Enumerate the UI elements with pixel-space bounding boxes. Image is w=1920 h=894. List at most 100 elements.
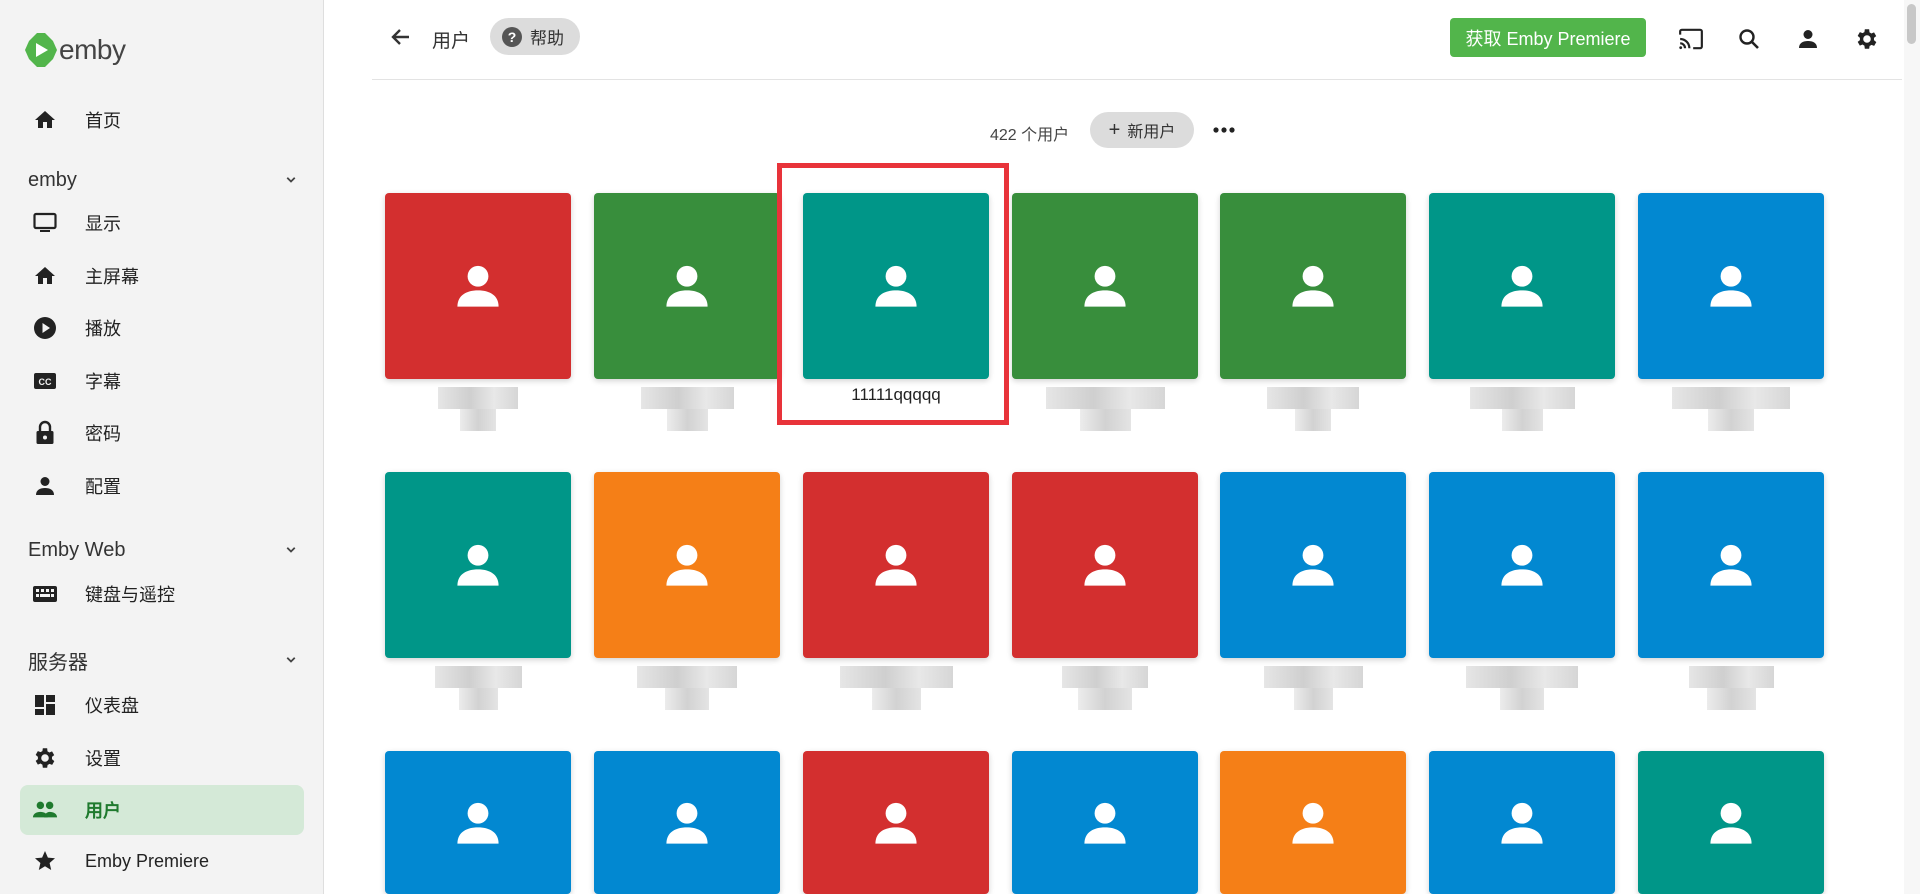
redacted-user-name [1263, 666, 1363, 688]
user-card[interactable] [1429, 472, 1615, 658]
user-card[interactable] [385, 193, 571, 379]
user-card[interactable] [1429, 193, 1615, 379]
redacted-user-name [1466, 666, 1578, 688]
section-title: Emby Web [28, 538, 126, 561]
scrollbar-thumb[interactable] [1907, 4, 1916, 44]
user-card[interactable] [1012, 751, 1198, 894]
user-avatar-icon [870, 539, 922, 591]
sidebar-item-profile[interactable]: 配置 [20, 461, 304, 511]
sidebar-item-home-screen[interactable]: 主屏幕 [20, 251, 304, 301]
user-card[interactable] [1220, 193, 1406, 379]
sidebar-item-label: 首页 [85, 111, 121, 131]
cast-button[interactable] [1674, 22, 1708, 56]
gear-icon [1857, 29, 1877, 49]
sidebar-item-subtitles[interactable]: CC 字幕 [20, 356, 304, 406]
section-header-emby[interactable]: emby [28, 165, 300, 195]
redacted-user-name [438, 387, 518, 409]
user-card[interactable] [803, 193, 989, 379]
sidebar-item-label: 主屏幕 [85, 267, 139, 287]
redacted-user-detail [460, 409, 496, 431]
section-header-emby-web[interactable]: Emby Web [28, 535, 300, 565]
redacted-user-detail [1501, 409, 1543, 431]
user-card[interactable] [594, 193, 780, 379]
search-icon [1739, 29, 1759, 49]
user-avatar-icon [870, 260, 922, 312]
user-card[interactable] [385, 751, 571, 894]
redacted-user-name [637, 666, 737, 688]
new-user-label: 新用户 [1127, 124, 1176, 141]
section-header-server[interactable]: 服务器 [28, 645, 300, 675]
redacted-user-detail [1293, 688, 1333, 710]
dashboard-icon [32, 692, 58, 718]
user-card[interactable] [1012, 472, 1198, 658]
user-card[interactable] [1638, 751, 1824, 894]
user-card[interactable] [1012, 193, 1198, 379]
page-title: 用户 [432, 31, 471, 52]
plus-icon: + [1108, 119, 1121, 141]
question-icon: ? [502, 26, 522, 47]
settings-button[interactable] [1850, 22, 1884, 56]
scrollbar[interactable] [1904, 0, 1920, 894]
user-avatar-icon [452, 797, 504, 849]
sidebar-item-emby-premiere[interactable]: Emby Premiere [20, 836, 304, 886]
new-user-button[interactable]: + 新用户 [1090, 112, 1194, 148]
redacted-user-detail [666, 409, 708, 431]
sidebar: emby 首页 emby 显示 主屏幕 播放 CC 字幕 密码 配置 Emby … [0, 0, 324, 894]
sidebar-item-password[interactable]: 密码 [20, 408, 304, 458]
sidebar-item-display[interactable]: 显示 [20, 198, 304, 248]
more-options-button[interactable] [1208, 113, 1240, 147]
user-avatar-icon [1287, 797, 1339, 849]
sidebar-item-dashboard[interactable]: 仪表盘 [20, 680, 304, 730]
user-card[interactable] [594, 472, 780, 658]
redacted-user-name [1672, 387, 1790, 409]
logo-text: emby [59, 34, 126, 65]
sidebar-item-playback[interactable]: 播放 [20, 303, 304, 353]
user-name: 11111qqqqq [851, 385, 941, 404]
user-card[interactable] [1220, 472, 1406, 658]
redacted-user-name [1469, 387, 1575, 409]
sidebar-item-label: 显示 [85, 214, 121, 234]
redacted-user-detail [1500, 688, 1544, 710]
help-button[interactable]: ? 帮助 [490, 18, 580, 55]
user-avatar-icon [661, 260, 713, 312]
user-card[interactable] [803, 472, 989, 658]
user-card[interactable] [1638, 193, 1824, 379]
cast-icon [1679, 28, 1703, 50]
user-card[interactable] [1429, 751, 1615, 894]
redacted-user-name [1045, 387, 1165, 409]
get-premiere-button[interactable]: 获取 Emby Premiere [1450, 18, 1646, 57]
user-avatar-icon [661, 797, 713, 849]
sidebar-item-label: 设置 [85, 749, 121, 769]
user-card[interactable] [803, 751, 989, 894]
user-card[interactable] [385, 472, 571, 658]
home-icon [32, 263, 58, 289]
emby-logo[interactable]: emby [25, 33, 126, 67]
user-card[interactable] [594, 751, 780, 894]
star-icon [32, 848, 58, 874]
back-button[interactable] [384, 20, 418, 54]
sidebar-item-settings[interactable]: 设置 [20, 733, 304, 783]
sidebar-item-label: 配置 [85, 477, 121, 497]
emby-logo-icon [25, 33, 57, 67]
redacted-user-name [640, 387, 734, 409]
user-avatar-icon [452, 539, 504, 591]
sidebar-item-label: 字幕 [85, 372, 121, 392]
redacted-user-name [434, 666, 522, 688]
arrow-left-icon [391, 29, 409, 45]
home-icon [32, 107, 58, 133]
user-card[interactable] [1638, 472, 1824, 658]
monitor-icon [32, 210, 58, 236]
user-avatar-icon [870, 797, 922, 849]
user-card[interactable] [1220, 751, 1406, 894]
sidebar-item-label: 用户 [85, 801, 121, 821]
svg-text:CC: CC [39, 377, 52, 387]
user-button[interactable] [1791, 22, 1825, 56]
closed-caption-icon: CC [32, 368, 58, 394]
gear-icon [32, 745, 58, 771]
person-icon [1799, 30, 1817, 48]
sidebar-item-home[interactable]: 首页 [20, 95, 304, 145]
sidebar-item-keyboard[interactable]: 键盘与遥控 [20, 569, 304, 619]
section-title: 服务器 [28, 651, 88, 674]
sidebar-item-users[interactable]: 用户 [20, 785, 304, 835]
search-button[interactable] [1732, 22, 1766, 56]
